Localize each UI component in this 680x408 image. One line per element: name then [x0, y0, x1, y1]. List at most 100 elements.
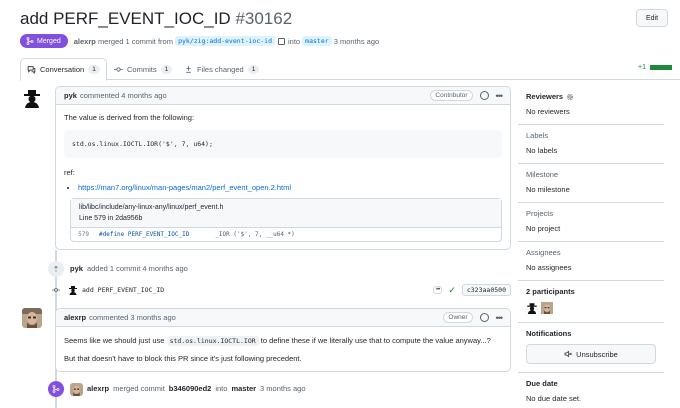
commit-message[interactable]: add PERF_EVENT_IOC_ID — [82, 286, 164, 294]
base-branch[interactable]: master — [302, 36, 332, 46]
unsubscribe-label: Unsubscribe — [576, 349, 618, 359]
event-author[interactable]: alexrp — [87, 384, 109, 393]
file-diff-icon — [186, 65, 191, 73]
sidebar-projects: Projects No project — [518, 203, 664, 242]
tab-commits-count: 1 — [160, 64, 173, 74]
more-options-icon[interactable]: ••• — [496, 91, 504, 101]
event-added-commit: pyk added 1 commit 4 months ago — [70, 264, 188, 273]
projects-title: Projects — [526, 209, 554, 218]
code-block: std.os.linux.IOCTL.IOR('$', 7, u64); — [64, 130, 502, 158]
comment-pyk: pyk commented 4 months ago Contributor •… — [55, 86, 511, 250]
ref-list-item: https://man7.org/linux/man-pages/man2/pe… — [78, 183, 502, 192]
tab-commits-label: Commits — [127, 64, 157, 74]
event-branch[interactable]: master — [231, 384, 256, 393]
sidebar-milestone: Milestone No milestone — [518, 164, 664, 203]
pr-number: #30162 — [235, 9, 293, 28]
merged-badge: Merged — [20, 34, 68, 48]
tab-conversation-label: Conversation — [40, 65, 85, 74]
comment-body: Seems like we should just use std.os.lin… — [56, 327, 510, 371]
check-icon[interactable]: ✓ — [448, 285, 456, 296]
edit-button[interactable]: Edit — [636, 9, 668, 27]
labels-value: No labels — [526, 146, 558, 155]
into-text: into — [287, 36, 301, 46]
diffstat: +1 — [638, 64, 672, 71]
embed-line-number: 579 — [78, 231, 89, 238]
pr-tabs: Conversation 1 Commits 1 Files changed 1… — [20, 58, 680, 81]
diffstat-bar — [650, 65, 672, 70]
unsubscribe-button[interactable]: Unsubscribe — [526, 344, 656, 364]
event-time: 3 months ago — [260, 384, 306, 393]
avatar-alexrp[interactable] — [22, 308, 42, 328]
reviewers-title[interactable]: Reviewers — [526, 92, 656, 101]
avatar-pyk-image — [22, 88, 42, 108]
author-link[interactable]: alexrp — [74, 37, 96, 46]
embed-code-line: 579 #define PERF_EVENT_IOC_ID _IOR ('$',… — [71, 228, 501, 241]
milestone-value: No milestone — [526, 185, 570, 194]
comment-time[interactable]: commented 3 months ago — [89, 313, 176, 322]
gear-icon[interactable] — [566, 93, 574, 101]
commit-expand-icon[interactable]: ••• — [433, 286, 443, 294]
reviewers-title-text: Reviewers — [526, 92, 564, 101]
merge-commit-sha[interactable]: b346090ed2 — [169, 384, 212, 393]
event-avatar-alexrp[interactable] — [70, 383, 83, 396]
head-branch[interactable]: pyk/zig:add-event-ioc-id — [175, 36, 275, 46]
reviewers-value: No reviewers — [526, 107, 570, 116]
participant-avatar-pyk[interactable] — [526, 302, 538, 314]
commit-author-avatar[interactable] — [68, 285, 78, 295]
diffstat-additions: +1 — [638, 64, 646, 71]
event-merged: alexrp merged commit b346090ed2 into mas… — [87, 384, 306, 393]
event-author[interactable]: pyk — [70, 264, 83, 273]
pr-meta: Merged alexrp merged 1 commit from pyk/z… — [20, 34, 379, 48]
sidebar-notifications: Notifications Unsubscribe — [518, 323, 664, 373]
commit-icon — [114, 66, 123, 72]
tab-files-count: 1 — [247, 64, 260, 74]
commit-row: add PERF_EVENT_IOC_ID ••• ✓ c323aa0500 — [52, 283, 511, 297]
milestone-title: Milestone — [526, 170, 559, 179]
avatar-alexrp-image — [22, 308, 42, 328]
merge-text: merged 1 commit from — [97, 36, 173, 46]
comment-alexrp: alexrp commented 3 months ago Owner ••• … — [55, 308, 511, 372]
smiley-icon[interactable] — [479, 91, 489, 100]
smiley-icon[interactable] — [479, 313, 489, 322]
tab-files-changed[interactable]: Files changed 1 — [178, 58, 265, 80]
participants-title: 2 participants — [526, 287, 575, 296]
event-text: merged commit — [113, 384, 165, 393]
tab-commits[interactable]: Commits 1 — [108, 58, 178, 80]
assignees-title: Assignees — [526, 248, 561, 257]
embed-header: lib/libc/include/any-linux-any/linux/per… — [71, 199, 501, 228]
ref-label: ref: — [64, 168, 75, 177]
comment-author[interactable]: pyk — [64, 91, 77, 100]
embed-line-info: Line 579 in 2da956b — [79, 215, 143, 222]
comment-time[interactable]: commented 4 months ago — [80, 91, 167, 100]
embed-code-keyword: #define PERF_EVENT_IOC_ID — [99, 231, 190, 238]
comment-header: alexrp commented 3 months ago Owner ••• — [56, 309, 510, 327]
projects-value: No project — [526, 224, 561, 233]
sidebar-labels: Labels No labels — [518, 125, 664, 164]
due-date-title: Due date — [526, 379, 558, 388]
sidebar: Reviewers No reviewers Labels No labels … — [518, 86, 664, 408]
comment-author[interactable]: alexrp — [64, 313, 86, 322]
copy-icon[interactable] — [277, 37, 285, 45]
comment-paragraph-2: But that doesn't have to block this PR s… — [64, 354, 302, 363]
commit-sha[interactable]: c323aa0500 — [461, 284, 511, 296]
man-page-link[interactable]: https://man7.org/linux/man-pages/man2/pe… — [78, 183, 291, 192]
merge-icon — [26, 37, 34, 45]
pr-title-text: add PERF_EVENT_IOC_ID — [20, 9, 231, 28]
sidebar-due-date: Due date No due date set. — [518, 373, 664, 408]
participant-avatar-alexrp[interactable] — [541, 302, 553, 314]
more-options-icon[interactable]: ••• — [496, 313, 504, 323]
merged-label: Merged — [37, 37, 61, 45]
sidebar-participants: 2 participants — [518, 281, 664, 323]
sidebar-reviewers: Reviewers No reviewers — [518, 86, 664, 125]
comment-header: pyk commented 4 months ago Contributor •… — [56, 87, 510, 105]
tab-conversation-count: 1 — [88, 65, 100, 74]
avatar-pyk[interactable] — [22, 88, 42, 108]
tab-conversation[interactable]: Conversation 1 — [20, 58, 107, 81]
comment-paragraph-1: Seems like we should just use std.os.lin… — [64, 336, 502, 346]
merge-icon — [52, 385, 60, 393]
embed-code-rest: _IOR ('$', 7, __u64 *) — [215, 231, 295, 238]
embed-path[interactable]: lib/libc/include/any-linux-any/linux/per… — [79, 202, 493, 213]
role-badge: Owner — [443, 312, 473, 323]
event-into: into — [215, 384, 228, 393]
ref-list: https://man7.org/linux/man-pages/man2/pe… — [64, 183, 502, 192]
